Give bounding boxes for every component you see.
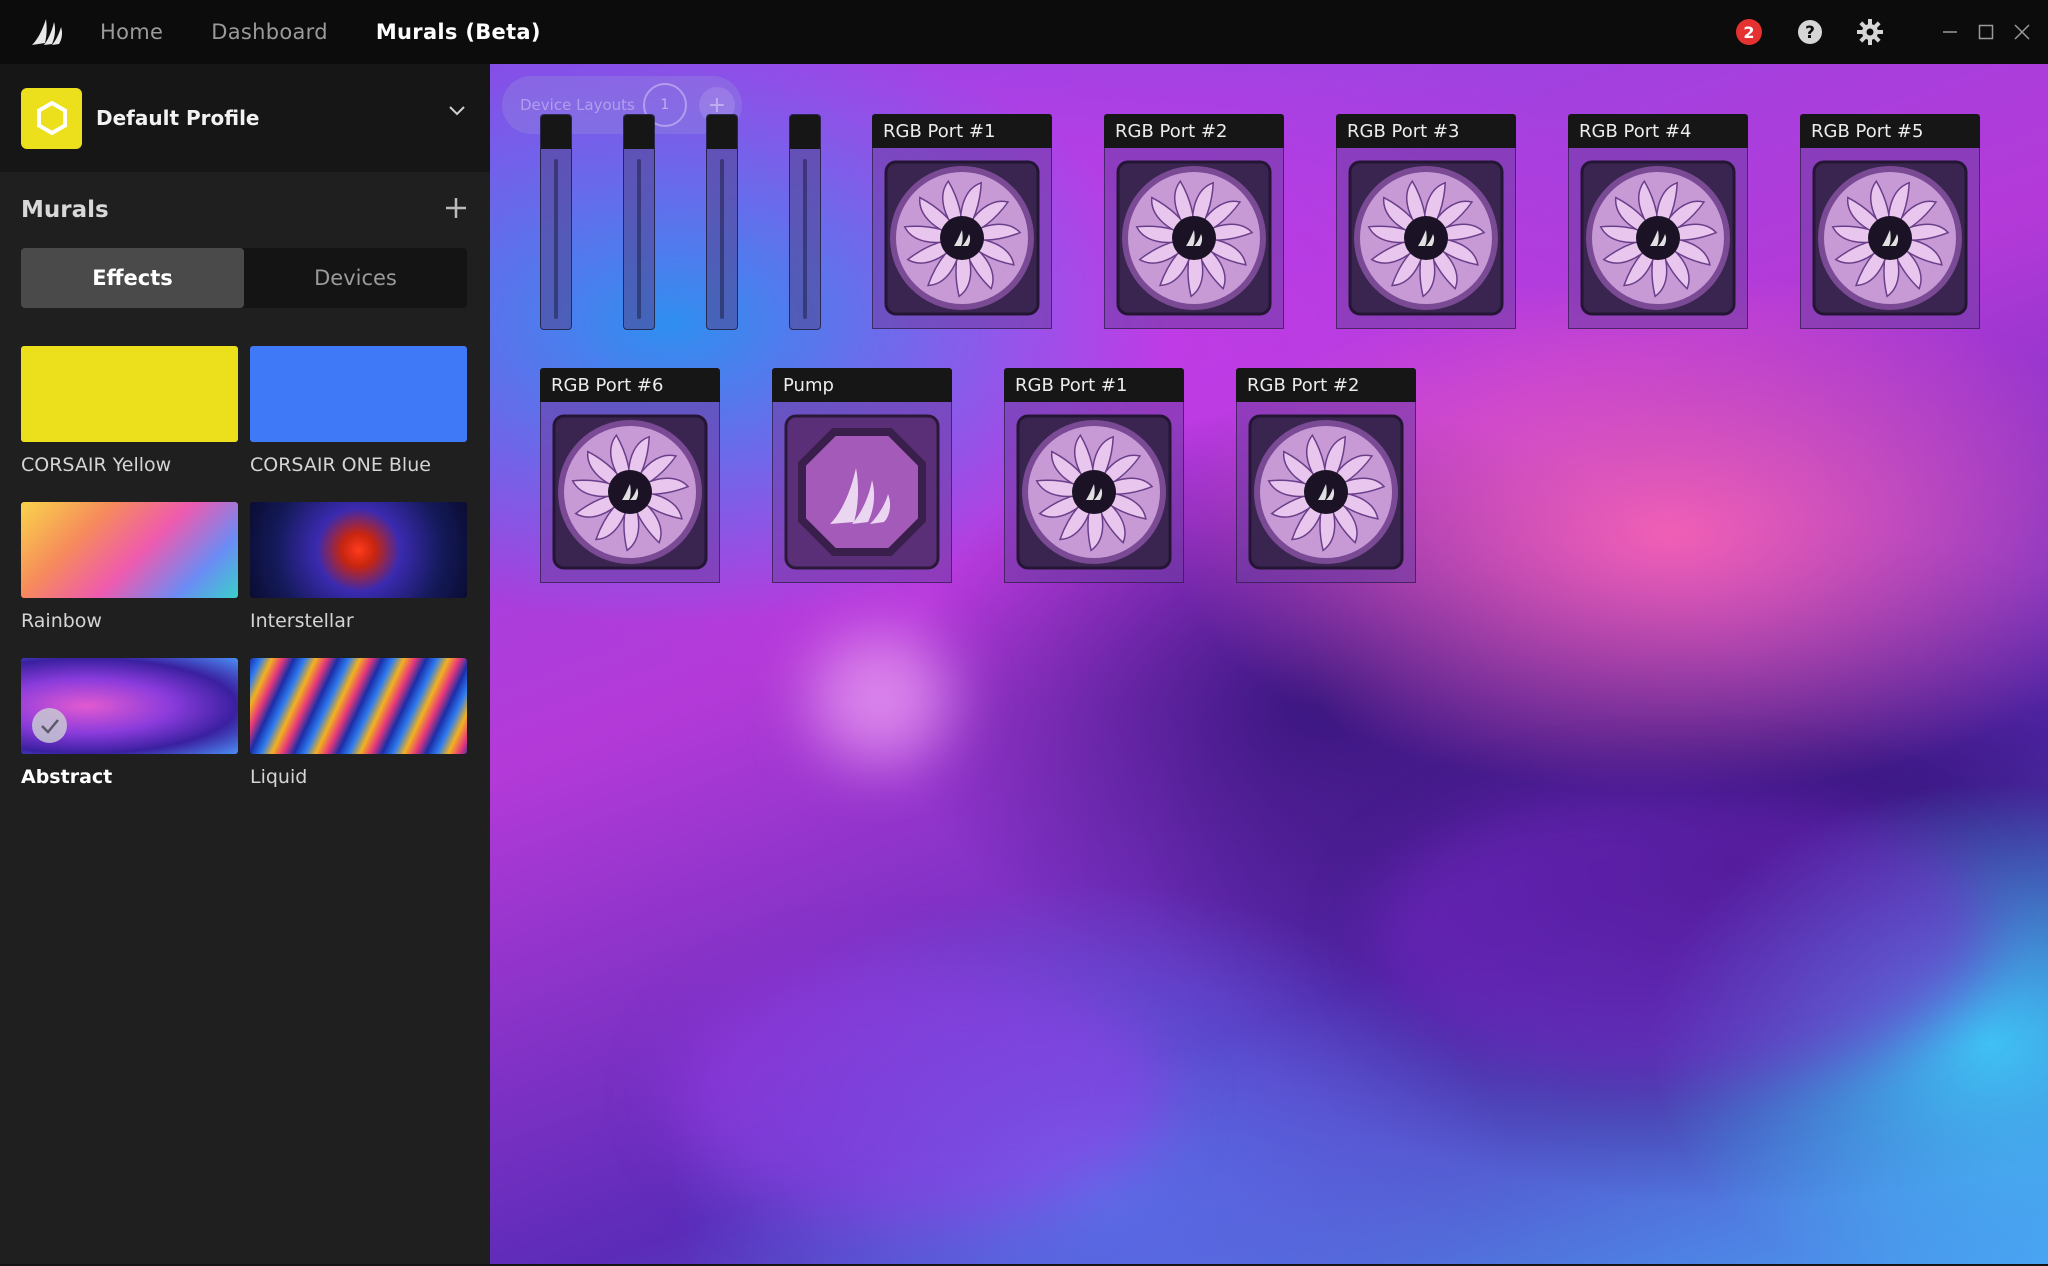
- close-icon[interactable]: [2004, 0, 2040, 64]
- device-rgb-port-1[interactable]: RGB Port #1: [872, 114, 1052, 329]
- settings-gear-icon[interactable]: [1856, 18, 1884, 46]
- device-rgb-port-5[interactable]: RGB Port #5: [1800, 114, 1980, 329]
- nav-home[interactable]: Home: [100, 20, 163, 44]
- add-mural-plus-icon[interactable]: [444, 196, 468, 224]
- chevron-down-icon[interactable]: [448, 102, 466, 121]
- led-strip-header: [624, 115, 654, 149]
- led-strip-line: [803, 159, 807, 319]
- effect-thumbnail: [21, 658, 238, 754]
- device-label: RGB Port #2: [1104, 114, 1284, 148]
- device-label: RGB Port #4: [1568, 114, 1748, 148]
- effect-tile-corsair-one-blue[interactable]: CORSAIR ONE Blue: [250, 346, 467, 476]
- help-icon[interactable]: ?: [1796, 18, 1824, 46]
- selected-check-icon: [32, 708, 67, 743]
- effect-thumbnail: [250, 658, 467, 754]
- led-strip-line: [554, 159, 558, 319]
- background-blob: [1370, 784, 1990, 1084]
- led-strip-header: [541, 115, 571, 149]
- effect-tile-rainbow[interactable]: Rainbow: [21, 502, 238, 632]
- device-layouts-label: Device Layouts: [520, 96, 635, 114]
- device-rgb-port-4[interactable]: RGB Port #4: [1568, 114, 1748, 329]
- device-rgb-port-3[interactable]: RGB Port #3: [1336, 114, 1516, 329]
- led-strip-header: [707, 115, 737, 149]
- effect-tile-corsair-yellow[interactable]: CORSAIR Yellow: [21, 346, 238, 476]
- maximize-icon[interactable]: [1968, 0, 2004, 64]
- background-blob: [810, 634, 950, 764]
- fan-icon: [1800, 148, 1980, 329]
- profile-name: Default Profile: [96, 106, 260, 130]
- effect-thumbnail: [21, 346, 238, 442]
- led-strip-header: [790, 115, 820, 149]
- fan-icon: [1104, 148, 1284, 329]
- title-actions: 2 ?: [1736, 0, 2048, 64]
- nav-dashboard[interactable]: Dashboard: [211, 20, 328, 44]
- device-rgb-port-2[interactable]: RGB Port #2: [1104, 114, 1284, 329]
- led-strip-line: [637, 159, 641, 319]
- pump-icon: [772, 402, 952, 583]
- effect-thumbnail: [21, 502, 238, 598]
- sidebar: Default Profile Murals Effects Devices C…: [0, 64, 490, 1264]
- effect-label: CORSAIR ONE Blue: [250, 454, 431, 476]
- tab-effects[interactable]: Effects: [21, 248, 244, 308]
- effect-thumbnail: [250, 346, 467, 442]
- fan-icon: [1336, 148, 1516, 329]
- device-label: RGB Port #3: [1336, 114, 1516, 148]
- device-label: RGB Port #1: [872, 114, 1052, 148]
- led-strip[interactable]: [789, 114, 821, 330]
- effects-devices-tabs: Effects Devices: [21, 248, 467, 308]
- effect-label: Liquid: [250, 766, 308, 788]
- background-blob: [670, 964, 1170, 1224]
- nav-murals[interactable]: Murals (Beta): [376, 20, 541, 44]
- fan-icon: [1004, 402, 1184, 583]
- title-bar: Home Dashboard Murals (Beta) 2 ?: [0, 0, 2048, 64]
- effect-label: CORSAIR Yellow: [21, 454, 172, 476]
- fan-icon: [872, 148, 1052, 329]
- device-label: Pump: [772, 368, 952, 402]
- device-pump[interactable]: Pump: [772, 368, 952, 583]
- device-label: RGB Port #6: [540, 368, 720, 402]
- effect-thumbnail: [250, 502, 467, 598]
- device-label: RGB Port #1: [1004, 368, 1184, 402]
- device-label: RGB Port #5: [1800, 114, 1980, 148]
- device-rgb-port-2-b[interactable]: RGB Port #2: [1236, 368, 1416, 583]
- led-strip-line: [720, 159, 724, 319]
- effect-label: Rainbow: [21, 610, 102, 632]
- murals-title: Murals: [21, 197, 109, 223]
- effect-tile-abstract[interactable]: Abstract: [21, 658, 238, 788]
- mural-canvas[interactable]: Device Layouts 1 + RGB Port #1 RGB Port …: [490, 64, 2048, 1264]
- notification-badge[interactable]: 2: [1736, 19, 1762, 45]
- main-nav: Home Dashboard Murals (Beta): [100, 20, 589, 44]
- led-strip[interactable]: [623, 114, 655, 330]
- profile-hexagon-icon: [21, 87, 82, 149]
- tab-devices[interactable]: Devices: [244, 248, 467, 308]
- device-rgb-port-6[interactable]: RGB Port #6: [540, 368, 720, 583]
- device-label: RGB Port #2: [1236, 368, 1416, 402]
- effect-label: Abstract: [21, 766, 113, 788]
- fan-icon: [1568, 148, 1748, 329]
- effect-tile-interstellar[interactable]: Interstellar: [250, 502, 467, 632]
- device-rgb-port-1-b[interactable]: RGB Port #1: [1004, 368, 1184, 583]
- led-strip[interactable]: [706, 114, 738, 330]
- fan-icon: [540, 402, 720, 583]
- corsair-logo-icon[interactable]: [16, 0, 80, 64]
- led-strip[interactable]: [540, 114, 572, 330]
- murals-header: Murals: [0, 172, 490, 248]
- svg-text:?: ?: [1805, 23, 1815, 43]
- effect-tile-liquid[interactable]: Liquid: [250, 658, 467, 788]
- effect-label: Interstellar: [250, 610, 354, 632]
- profile-selector[interactable]: Default Profile: [0, 64, 490, 172]
- minimize-icon[interactable]: [1932, 0, 1968, 64]
- fan-icon: [1236, 402, 1416, 583]
